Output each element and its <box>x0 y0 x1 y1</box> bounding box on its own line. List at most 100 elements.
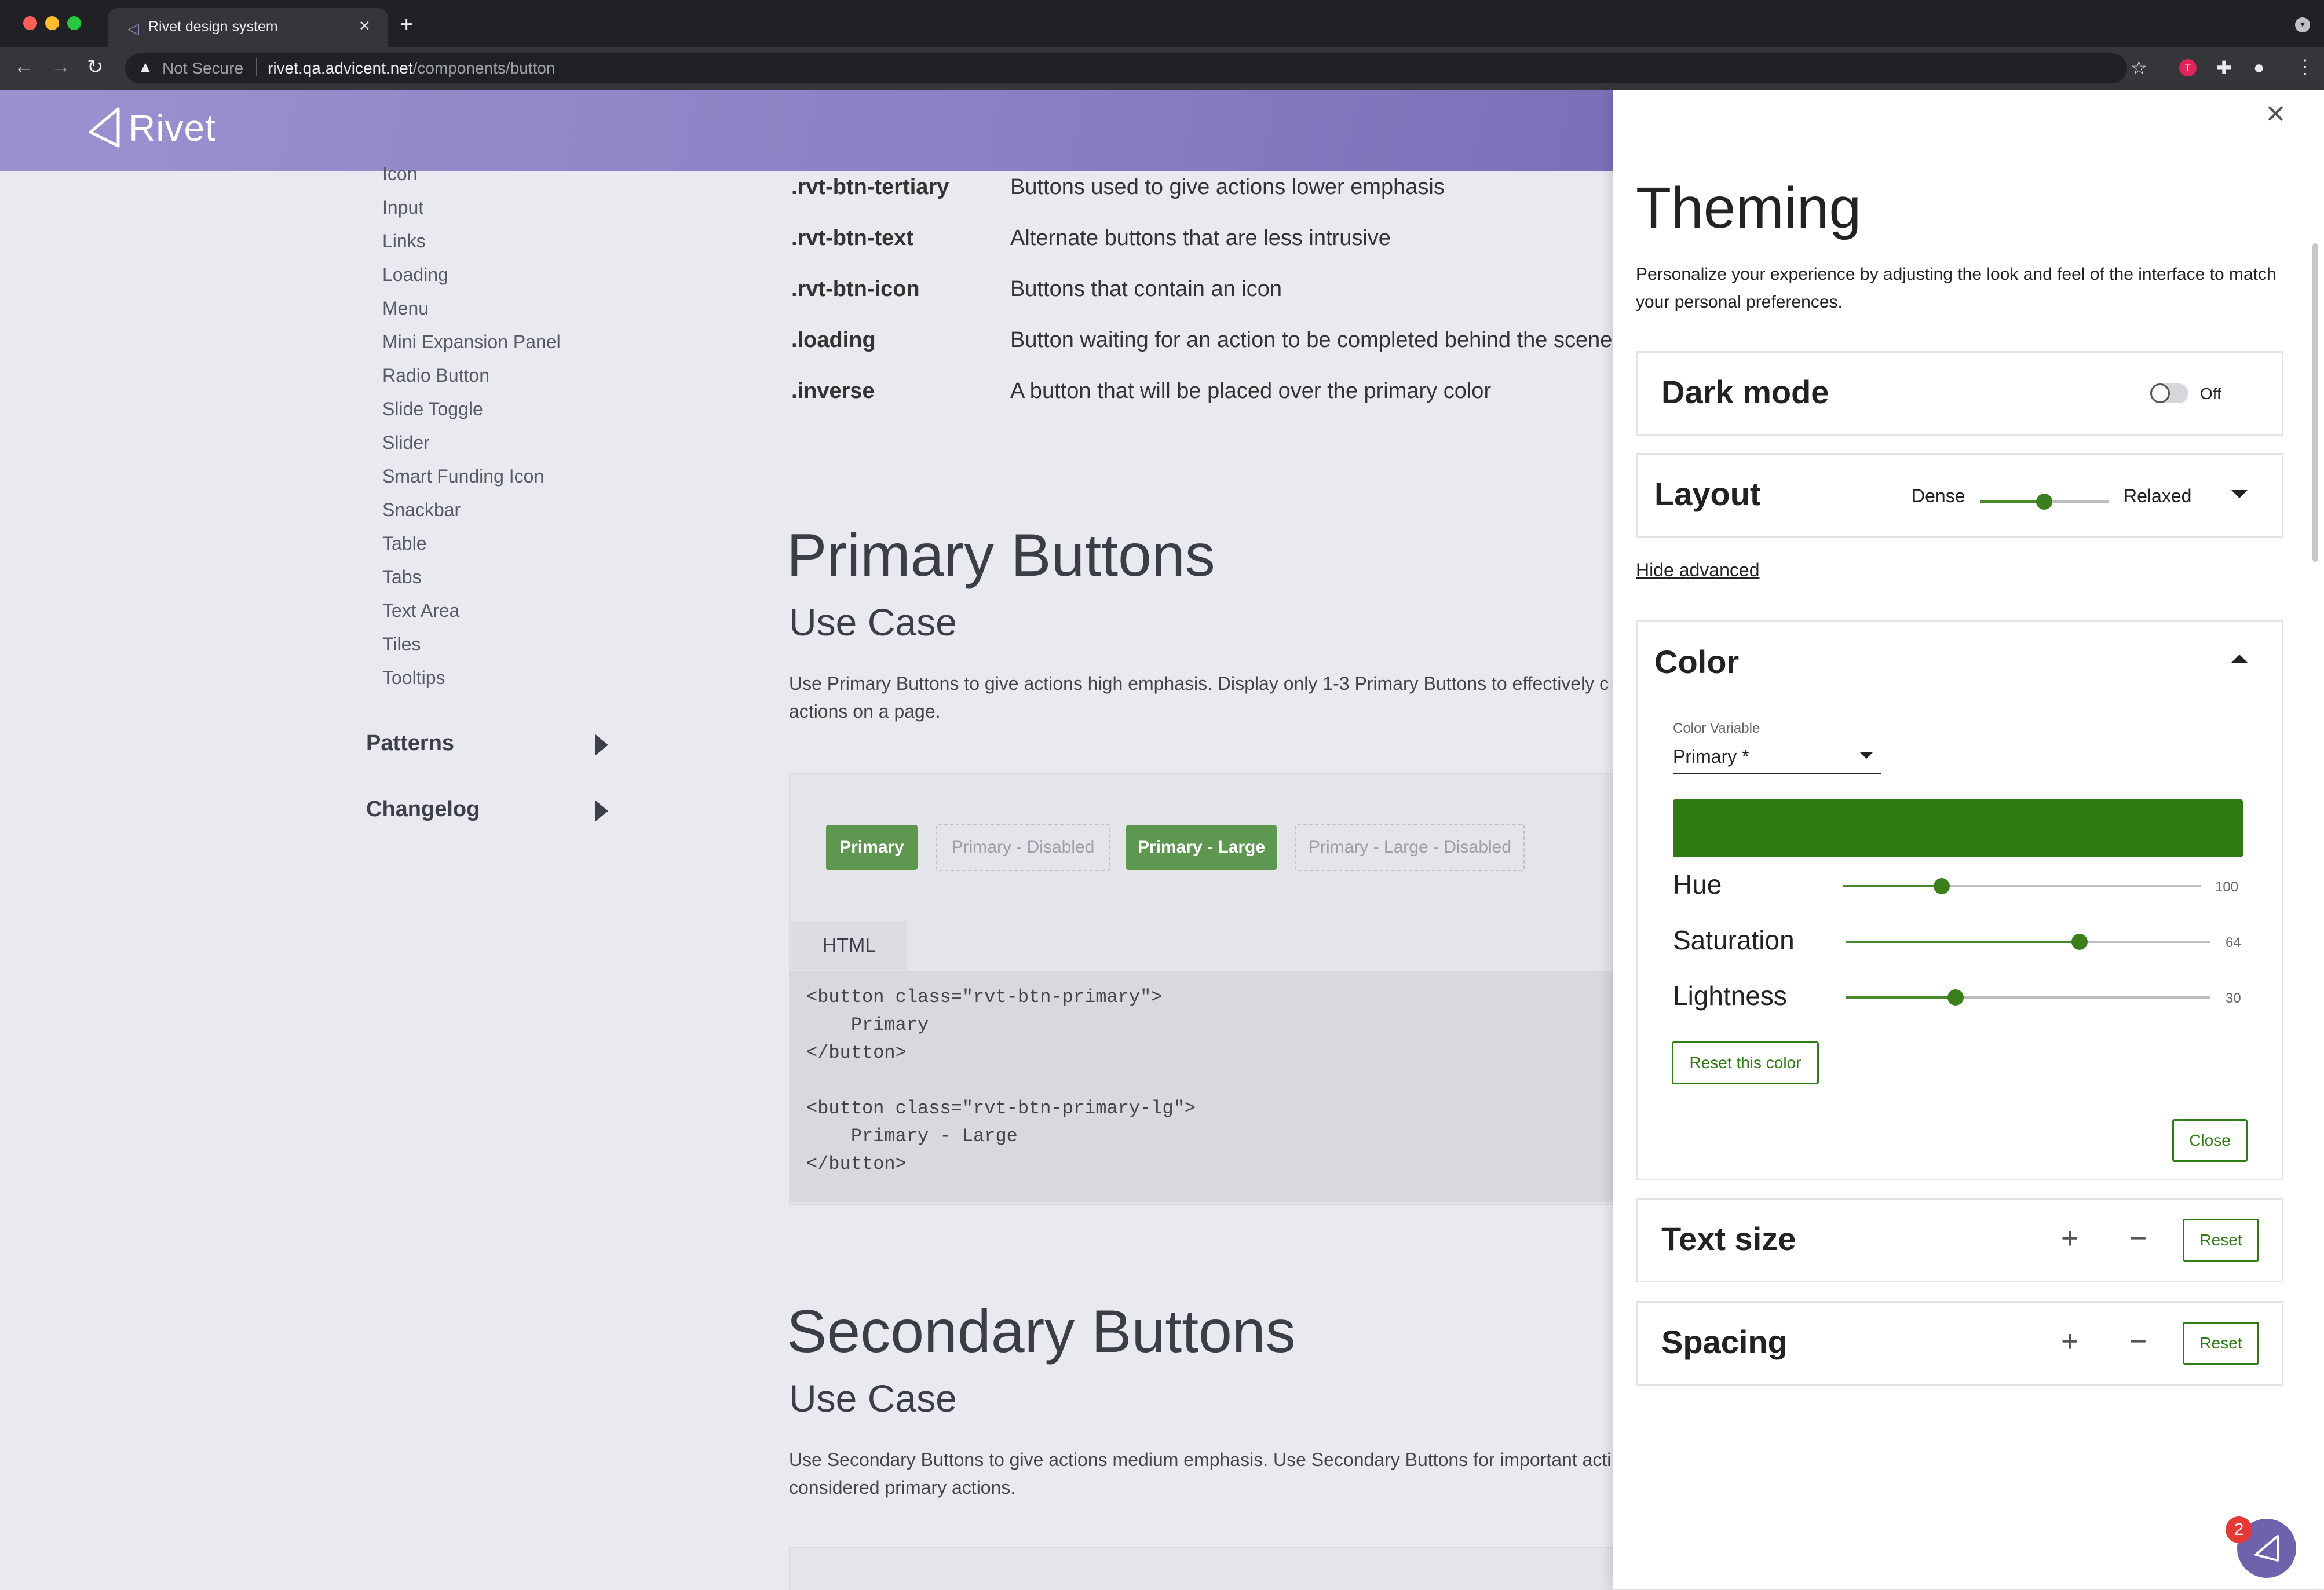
maximize-window-icon[interactable] <box>67 16 81 30</box>
class-description: Buttons that contain an icon <box>1010 277 1282 301</box>
dark-mode-toggle-knob[interactable] <box>2150 383 2170 403</box>
hue-slider-thumb[interactable] <box>1934 878 1950 894</box>
color-variable-dropdown-icon[interactable] <box>1859 752 1873 759</box>
browser-menu-icon[interactable]: ⋮ <box>2295 56 2315 79</box>
color-collapse-icon[interactable] <box>2231 655 2248 663</box>
patterns-expand-icon[interactable] <box>595 734 608 755</box>
security-indicator[interactable]: Not Secure <box>162 59 243 78</box>
text-size-increase-icon[interactable]: + <box>2061 1221 2078 1256</box>
changelog-expand-icon[interactable] <box>595 801 608 821</box>
theming-title: Theming <box>1636 176 1862 240</box>
spacing-label: Spacing <box>1661 1324 1788 1360</box>
sidebar-item-slider[interactable]: Slider <box>382 432 430 454</box>
saturation-label: Saturation <box>1673 925 1795 955</box>
hue-slider-fill <box>1843 885 1942 887</box>
notification-badge: 2 <box>2226 1516 2252 1543</box>
layout-slider-fill <box>1980 500 2044 503</box>
tab-title: Rivet design system <box>148 19 278 35</box>
primary-button[interactable]: Primary <box>826 825 918 870</box>
sidebar-item-smart-funding-icon[interactable]: Smart Funding Icon <box>382 466 544 487</box>
tab-html[interactable]: HTML <box>791 921 907 970</box>
spacing-increase-icon[interactable]: + <box>2061 1324 2078 1359</box>
sidebar-item-radio-button[interactable]: Radio Button <box>382 365 489 386</box>
extensions-puzzle-icon[interactable]: ✚ <box>2216 57 2232 79</box>
sidebar-group-patterns[interactable]: Patterns <box>366 731 454 756</box>
tab-close-icon[interactable]: × <box>359 15 370 36</box>
bookmark-star-icon[interactable]: ☆ <box>2131 57 2147 79</box>
minimize-window-icon[interactable] <box>45 16 59 30</box>
extension-icon[interactable]: T <box>2179 59 2197 76</box>
address-divider <box>256 58 257 76</box>
url-path: /components/button <box>412 59 556 77</box>
select-underline <box>1673 773 1881 774</box>
hue-value: 100 <box>2215 879 2239 895</box>
sidebar-item-table[interactable]: Table <box>382 533 427 554</box>
class-name: .rvt-btn-tertiary <box>791 175 949 199</box>
section-subtitle-secondary: Use Case <box>789 1377 957 1420</box>
theming-subtitle: Personalize your experience by adjusting… <box>1636 265 2277 312</box>
lightness-slider-thumb[interactable] <box>1947 989 1964 1006</box>
code-snippet: <button class="rvt-btn-primary"> Primary… <box>806 986 1196 1175</box>
color-label: Color <box>1654 644 1740 680</box>
sidebar-item-tooltips[interactable]: Tooltips <box>382 667 445 689</box>
back-icon[interactable]: ← <box>14 56 34 78</box>
lightness-value: 30 <box>2226 990 2241 1006</box>
spacing-decrease-icon[interactable]: − <box>2129 1324 2147 1359</box>
close-icon[interactable]: ✕ <box>2265 100 2286 129</box>
color-close-button[interactable]: Close <box>2172 1119 2248 1162</box>
warning-icon[interactable]: ▲ <box>138 58 153 76</box>
sidebar-item-text-area[interactable]: Text Area <box>382 600 459 622</box>
lightness-slider-fill <box>1846 996 1956 999</box>
spacing-reset-button[interactable]: Reset <box>2183 1322 2259 1365</box>
dark-mode-state: Off <box>2200 385 2221 403</box>
reload-icon[interactable]: ↻ <box>87 56 104 79</box>
primary-large-disabled-button: Primary - Large - Disabled <box>1295 824 1525 871</box>
section-title-secondary: Secondary Buttons <box>787 1298 1296 1365</box>
layout-label: Layout <box>1654 476 1761 512</box>
sidebar-item-links[interactable]: Links <box>382 231 426 252</box>
url-host: rivet.qa.advicent.net <box>268 59 413 77</box>
profile-icon[interactable]: ● <box>2253 57 2264 78</box>
sidebar-item-input[interactable]: Input <box>382 197 423 218</box>
sidebar-item-loading[interactable]: Loading <box>382 264 448 286</box>
sidebar-item-tiles[interactable]: Tiles <box>382 634 421 655</box>
new-tab-icon[interactable]: + <box>400 12 413 38</box>
layout-expand-icon[interactable] <box>2231 490 2248 498</box>
sidebar-item-slide-toggle[interactable]: Slide Toggle <box>382 399 483 420</box>
saturation-value: 64 <box>2226 935 2241 951</box>
rivet-favicon-icon: ◁ <box>127 20 139 37</box>
saturation-slider-thumb[interactable] <box>2071 934 2088 950</box>
close-window-icon[interactable] <box>23 16 37 30</box>
sidebar-item-icon[interactable]: Icon <box>382 163 417 185</box>
layout-max-label: Relaxed <box>2124 485 2192 506</box>
class-name: .rvt-btn-text <box>791 226 914 250</box>
url-text[interactable]: rivet.qa.advicent.net/components/button <box>268 59 556 78</box>
lightness-label: Lightness <box>1673 981 1787 1011</box>
reset-color-button[interactable]: Reset this color <box>1672 1041 1819 1084</box>
sidebar-item-menu[interactable]: Menu <box>382 298 429 319</box>
section-subtitle-primary: Use Case <box>789 601 957 644</box>
secondary-demo-panel <box>789 1547 1615 1590</box>
text-size-decrease-icon[interactable]: − <box>2129 1221 2147 1256</box>
section-title-primary: Primary Buttons <box>787 522 1215 589</box>
primary-disabled-button: Primary - Disabled <box>936 824 1110 871</box>
layout-slider-thumb[interactable] <box>2036 494 2052 510</box>
color-variable-select[interactable]: Primary * <box>1673 746 1749 767</box>
rivet-logo-icon[interactable] <box>87 107 122 148</box>
forward-icon[interactable]: → <box>51 56 71 78</box>
panel-scrollbar[interactable] <box>2312 243 2318 562</box>
class-name: .loading <box>791 328 876 352</box>
primary-large-button[interactable]: Primary - Large <box>1126 825 1277 870</box>
site-logo-text[interactable]: Rivet <box>129 107 216 149</box>
hue-label: Hue <box>1673 869 1722 900</box>
rivet-logo-icon <box>2254 1535 2279 1562</box>
hide-advanced-link[interactable]: Hide advanced <box>1636 560 1759 581</box>
sidebar-item-mini-expansion-panel[interactable]: Mini Expansion Panel <box>382 331 561 353</box>
color-preview-swatch <box>1673 799 2243 857</box>
sidebar-group-changelog[interactable]: Changelog <box>366 797 480 822</box>
sidebar-item-tabs[interactable]: Tabs <box>382 566 422 588</box>
tab-search-icon[interactable]: ▾ <box>2295 17 2310 32</box>
class-name: .inverse <box>791 379 875 403</box>
text-size-reset-button[interactable]: Reset <box>2183 1219 2259 1262</box>
sidebar-item-snackbar[interactable]: Snackbar <box>382 499 461 521</box>
